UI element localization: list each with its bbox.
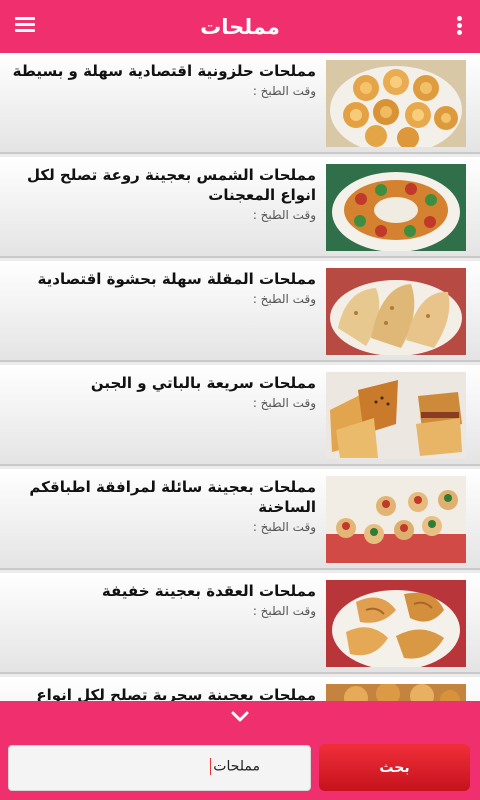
recipe-item[interactable]: مملحات بعجينة سائلة لمرافقة اطباقكم السا…	[0, 469, 480, 570]
menu-icon[interactable]	[10, 14, 40, 40]
recipe-title: مملحات بعجينة سائلة لمرافقة اطباقكم السا…	[29, 478, 316, 516]
recipe-item[interactable]: مملحات حلزونية اقتصادية سهلة و بسيطة وقت…	[0, 53, 480, 154]
cook-time-label: وقت الطبخ :	[252, 604, 316, 618]
recipe-thumbnail	[326, 580, 466, 667]
recipe-list[interactable]: مملحات حلزونية اقتصادية سهلة و بسيطة وقت…	[0, 53, 480, 701]
search-input-value: مملحات	[213, 758, 260, 775]
cook-time-label: وقت الطبخ :	[252, 84, 316, 98]
recipe-title: مملحات حلزونية اقتصادية سهلة و بسيطة	[12, 62, 316, 80]
recipe-title: مملحات سريعة بالباتي و الجبن	[90, 374, 316, 392]
recipe-thumbnail	[326, 268, 466, 355]
chevron-down-icon[interactable]	[229, 710, 251, 724]
recipe-item[interactable]: مملحات سريعة بالباتي و الجبن وقت الطبخ :	[0, 365, 480, 466]
recipe-item[interactable]: مملحات العقدة بعجينة خفيفة وقت الطبخ :	[0, 573, 480, 674]
cook-time-label: وقت الطبخ :	[252, 396, 316, 410]
recipe-item[interactable]: مملحات المقلة سهلة بحشوة اقتصادية وقت ال…	[0, 261, 480, 362]
recipe-thumbnail	[326, 372, 466, 459]
recipe-thumbnail	[326, 60, 466, 147]
recipe-text: مملحات العقدة بعجينة خفيفة وقت الطبخ :	[8, 581, 316, 618]
recipe-thumbnail	[326, 164, 466, 251]
recipe-thumbnail	[326, 684, 466, 701]
recipe-title: مملحات العقدة بعجينة خفيفة	[101, 582, 316, 600]
more-vert-icon[interactable]	[452, 14, 466, 40]
recipe-title: مملحات المقلة سهلة بحشوة اقتصادية	[37, 270, 316, 288]
recipe-title: مملحات بعجينة سحرية تصلح لكل انواع	[36, 686, 316, 701]
recipe-text: مملحات سريعة بالباتي و الجبن وقت الطبخ :	[8, 373, 316, 410]
page-title: مملحات	[200, 14, 280, 39]
search-panel: مملحات بحث	[0, 701, 480, 800]
search-button[interactable]: بحث	[319, 744, 470, 791]
cook-time-label: وقت الطبخ :	[252, 208, 316, 222]
cook-time-label: وقت الطبخ :	[252, 292, 316, 306]
text-cursor	[210, 758, 212, 775]
recipe-item[interactable]: مملحات بعجينة سحرية تصلح لكل انواع	[0, 677, 480, 701]
recipe-text: مملحات حلزونية اقتصادية سهلة و بسيطة وقت…	[8, 61, 316, 98]
cook-time-label: وقت الطبخ :	[252, 520, 316, 534]
recipe-text: مملحات المقلة سهلة بحشوة اقتصادية وقت ال…	[8, 269, 316, 306]
search-input[interactable]: مملحات	[8, 745, 311, 791]
recipe-item[interactable]: مملحات الشمس بعجينة روعة تصلح لكل انواع …	[0, 157, 480, 258]
recipe-thumbnail	[326, 476, 466, 563]
app-bar: مملحات	[0, 0, 480, 53]
recipe-text: مملحات بعجينة سحرية تصلح لكل انواع	[8, 685, 316, 701]
recipe-text: مملحات بعجينة سائلة لمرافقة اطباقكم السا…	[8, 477, 316, 534]
recipe-title: مملحات الشمس بعجينة روعة تصلح لكل انواع …	[26, 166, 316, 204]
recipe-text: مملحات الشمس بعجينة روعة تصلح لكل انواع …	[8, 165, 316, 222]
